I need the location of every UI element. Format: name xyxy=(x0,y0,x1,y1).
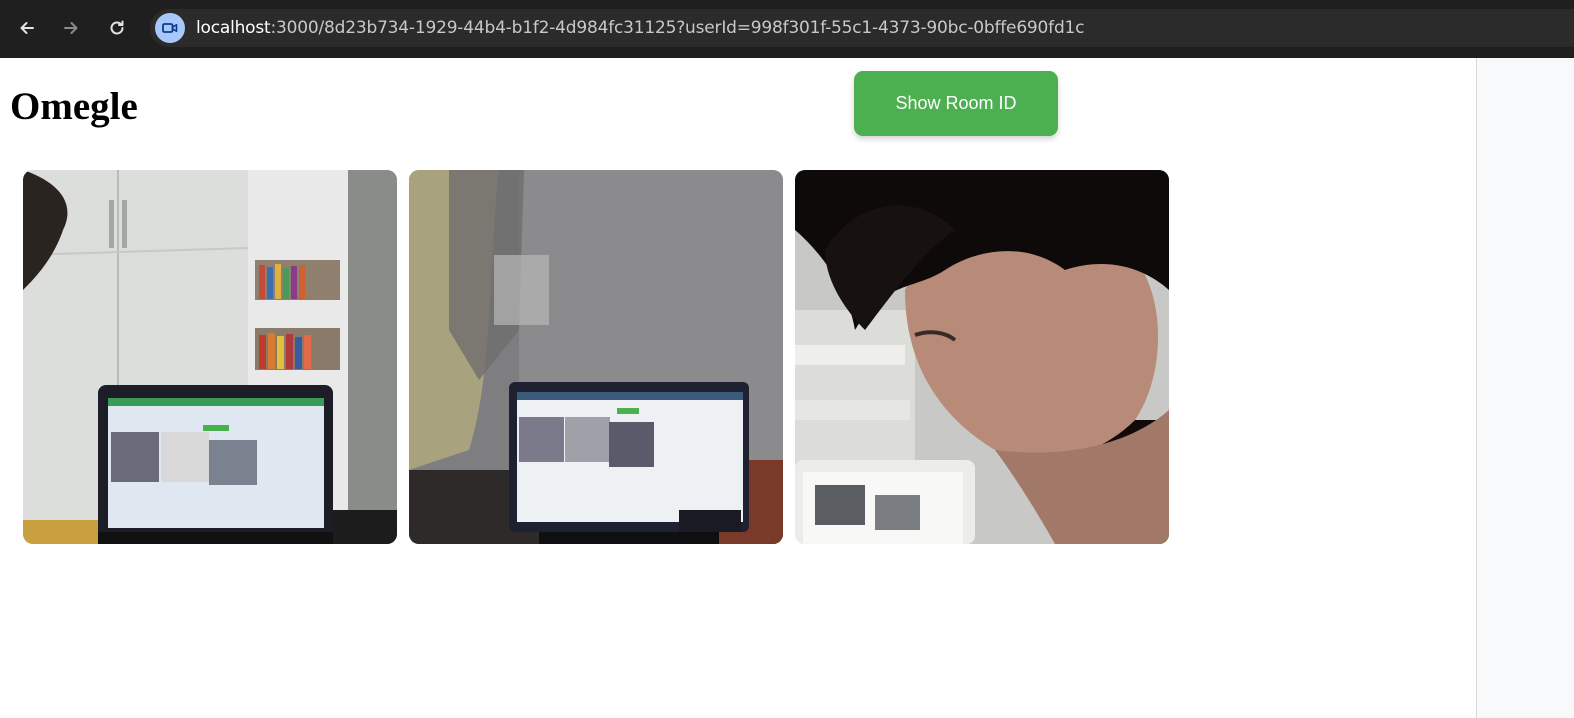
forward-button[interactable] xyxy=(54,11,88,45)
browser-side-panel xyxy=(1476,58,1574,718)
reload-icon xyxy=(110,20,124,35)
remote-video-2 xyxy=(795,170,1169,544)
back-button[interactable] xyxy=(10,11,44,45)
reload-button[interactable] xyxy=(100,11,134,45)
url-host: localhost xyxy=(196,18,271,38)
video-camera-icon xyxy=(162,23,178,33)
page-content: Omegle Show Room ID xyxy=(0,58,1476,718)
address-bar[interactable]: localhost:3000/8d23b734-1929-44b4-b1f2-4… xyxy=(150,9,1574,47)
arrow-right-icon xyxy=(64,22,78,34)
page-title: Omegle xyxy=(10,85,138,128)
show-room-id-button[interactable]: Show Room ID xyxy=(854,71,1058,136)
site-info-button[interactable] xyxy=(155,13,185,43)
arrow-left-icon xyxy=(20,22,34,34)
url-path: :3000/8d23b734-1929-44b4-b1f2-4d984fc311… xyxy=(270,18,1085,38)
browser-toolbar: localhost:3000/8d23b734-1929-44b4-b1f2-4… xyxy=(0,0,1574,58)
remote-video-1 xyxy=(409,170,783,544)
local-video xyxy=(23,170,397,544)
url-text[interactable]: localhost:3000/8d23b734-1929-44b4-b1f2-4… xyxy=(196,18,1085,38)
